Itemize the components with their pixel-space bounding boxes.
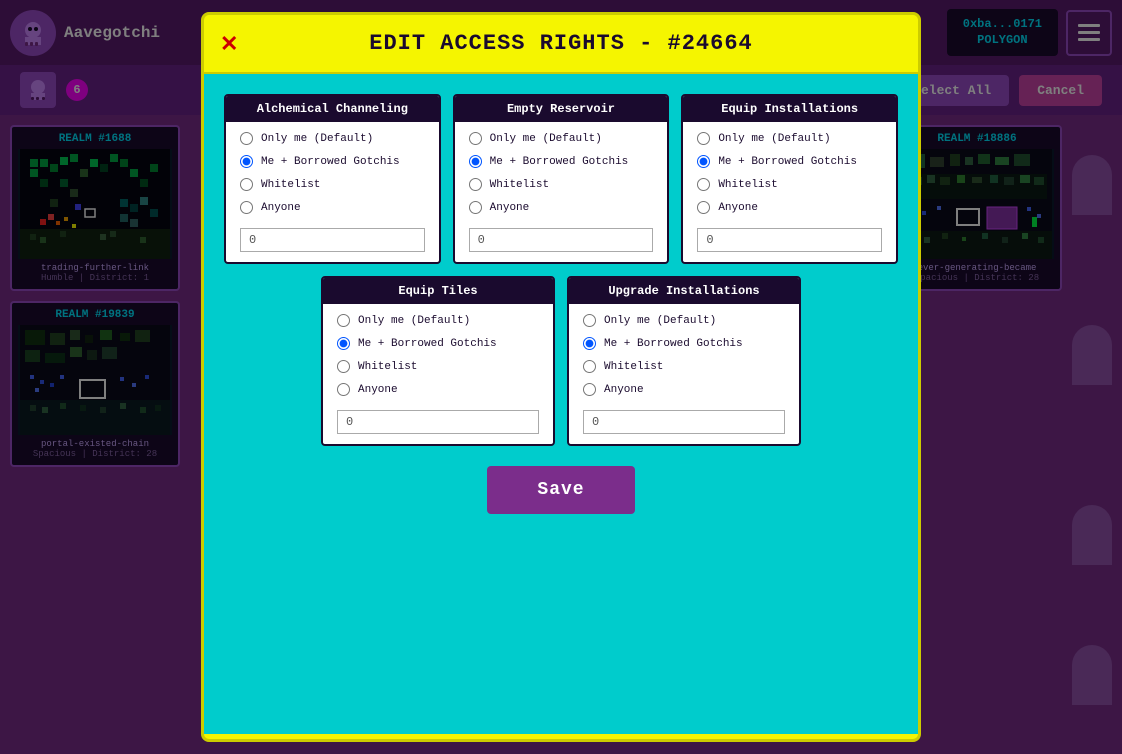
radio-whitelist[interactable]: Whitelist [583, 360, 785, 373]
perm-card-upgrade-installations: Upgrade Installations Only me (Default) … [567, 276, 801, 446]
radio-whitelist[interactable]: Whitelist [337, 360, 539, 373]
perm-input-alchemical[interactable] [240, 228, 425, 252]
radio-anyone[interactable]: Anyone [240, 201, 425, 214]
radio-borrowed[interactable]: Me + Borrowed Gotchis [697, 155, 882, 168]
radio-only-me[interactable]: Only me (Default) [697, 132, 882, 145]
permissions-top-row: Alchemical Channeling Only me (Default) … [224, 94, 898, 264]
modal-dialog: ✕ EDIT ACCESS RIGHTS - #24664 Alchemical… [201, 12, 921, 742]
perm-input-equip-tiles[interactable] [337, 410, 539, 434]
perm-card-alchemical: Alchemical Channeling Only me (Default) … [224, 94, 441, 264]
radio-borrowed[interactable]: Me + Borrowed Gotchis [337, 337, 539, 350]
perm-card-header: Equip Installations [683, 96, 896, 122]
perm-card-header: Upgrade Installations [569, 278, 799, 304]
radio-anyone[interactable]: Anyone [337, 383, 539, 396]
perm-card-body: Only me (Default) Me + Borrowed Gotchis … [569, 304, 799, 444]
radio-anyone[interactable]: Anyone [469, 201, 654, 214]
radio-anyone[interactable]: Anyone [583, 383, 785, 396]
radio-whitelist[interactable]: Whitelist [469, 178, 654, 191]
perm-card-equip-tiles: Equip Tiles Only me (Default) Me + Borro… [321, 276, 555, 446]
radio-only-me[interactable]: Only me (Default) [337, 314, 539, 327]
perm-card-header: Equip Tiles [323, 278, 553, 304]
radio-borrowed[interactable]: Me + Borrowed Gotchis [469, 155, 654, 168]
modal-body: Alchemical Channeling Only me (Default) … [204, 74, 918, 734]
perm-card-header: Alchemical Channeling [226, 96, 439, 122]
perm-input-reservoir[interactable] [469, 228, 654, 252]
modal-close-button[interactable]: ✕ [220, 31, 238, 57]
save-button[interactable]: Save [487, 466, 634, 514]
perm-card-body: Only me (Default) Me + Borrowed Gotchis … [683, 122, 896, 262]
perm-card-body: Only me (Default) Me + Borrowed Gotchis … [323, 304, 553, 444]
radio-borrowed[interactable]: Me + Borrowed Gotchis [240, 155, 425, 168]
radio-whitelist[interactable]: Whitelist [240, 178, 425, 191]
perm-card-empty-reservoir: Empty Reservoir Only me (Default) Me + B… [453, 94, 670, 264]
perm-card-body: Only me (Default) Me + Borrowed Gotchis … [455, 122, 668, 262]
radio-only-me[interactable]: Only me (Default) [583, 314, 785, 327]
permissions-bottom-row: Equip Tiles Only me (Default) Me + Borro… [321, 276, 801, 446]
radio-only-me[interactable]: Only me (Default) [469, 132, 654, 145]
save-container: Save [224, 466, 898, 514]
modal-overlay: ✕ EDIT ACCESS RIGHTS - #24664 Alchemical… [0, 0, 1122, 754]
perm-card-equip-installations: Equip Installations Only me (Default) Me… [681, 94, 898, 264]
radio-borrowed[interactable]: Me + Borrowed Gotchis [583, 337, 785, 350]
radio-anyone[interactable]: Anyone [697, 201, 882, 214]
perm-input-equip-installations[interactable] [697, 228, 882, 252]
modal-header: ✕ EDIT ACCESS RIGHTS - #24664 [204, 15, 918, 74]
radio-only-me[interactable]: Only me (Default) [240, 132, 425, 145]
perm-card-header: Empty Reservoir [455, 96, 668, 122]
modal-title: EDIT ACCESS RIGHTS - #24664 [369, 31, 752, 56]
perm-card-body: Only me (Default) Me + Borrowed Gotchis … [226, 122, 439, 262]
radio-whitelist[interactable]: Whitelist [697, 178, 882, 191]
perm-input-upgrade-installations[interactable] [583, 410, 785, 434]
